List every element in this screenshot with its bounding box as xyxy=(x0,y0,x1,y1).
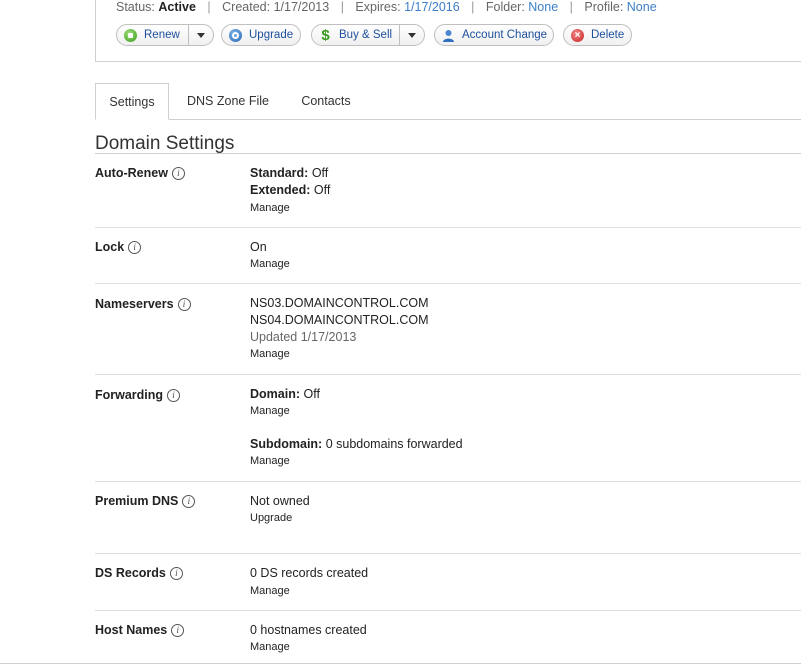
profile-link[interactable]: None xyxy=(627,0,657,14)
renew-icon xyxy=(124,28,137,42)
upgrade-button[interactable]: Upgrade xyxy=(221,24,301,46)
forwarding-subdomain: Subdomain: 0 subdomains forwarded xyxy=(250,437,463,451)
nameservers-label-text: Nameservers xyxy=(95,297,174,311)
auto-renew-standard: Standard: Off xyxy=(250,166,328,180)
premium-dns-upgrade-link[interactable]: Upgrade xyxy=(250,512,292,524)
setting-row-auto-renew: Auto-Renew i Standard: Off Extended: Off… xyxy=(95,154,801,228)
auto-renew-extended: Extended: Off xyxy=(250,183,330,197)
buy-sell-dropdown-toggle[interactable] xyxy=(399,25,424,45)
premium-dns-label-text: Premium DNS xyxy=(95,494,179,508)
status-label: Status: xyxy=(116,0,155,14)
person-icon xyxy=(442,29,455,42)
setting-row-lock: Lock i On Manage xyxy=(95,228,801,284)
premium-dns-value: Not owned xyxy=(250,494,310,508)
created-label: Created: xyxy=(222,0,271,14)
chevron-down-icon xyxy=(408,32,416,38)
subdomain-label: Subdomain: xyxy=(250,437,323,451)
info-icon[interactable]: i xyxy=(171,623,185,637)
info-icon[interactable]: i xyxy=(182,494,196,508)
host-names-manage-link[interactable]: Manage xyxy=(250,641,290,653)
profile-label: Profile: xyxy=(584,0,624,14)
domain-value: Off xyxy=(303,387,320,401)
nameservers-updated: Updated 1/17/2013 xyxy=(250,330,357,344)
host-names-value: 0 hostnames created xyxy=(250,623,367,637)
info-icon[interactable]: i xyxy=(128,240,142,254)
setting-row-premium-dns: Premium DNS i Not owned Upgrade xyxy=(95,482,801,554)
standard-value: Off xyxy=(311,166,329,180)
extended-label: Extended: xyxy=(250,183,311,197)
forwarding-label: Forwarding i xyxy=(95,388,181,402)
renew-button[interactable]: Renew xyxy=(116,24,214,46)
upgrade-icon xyxy=(229,28,242,42)
info-icon[interactable]: i xyxy=(171,166,185,180)
status-value: Active xyxy=(158,0,196,14)
forwarding-domain-manage-link[interactable]: Manage xyxy=(250,405,290,417)
separator: | xyxy=(569,0,573,14)
chevron-down-icon xyxy=(197,32,205,38)
setting-row-nameservers: Nameservers i NS03.DOMAINCONTROL.COM NS0… xyxy=(95,284,801,375)
status-line: Status: Active | Created: 1/17/2013 | Ex… xyxy=(116,0,657,14)
ds-records-label-text: DS Records xyxy=(95,566,166,580)
auto-renew-manage-link[interactable]: Manage xyxy=(250,202,290,214)
tab-bar: Settings DNS Zone File Contacts xyxy=(95,83,801,120)
folder-label: Folder: xyxy=(485,0,525,14)
dollar-icon: $ xyxy=(321,26,330,44)
setting-row-host-names: Host Names i 0 hostnames created Manage xyxy=(95,611,801,663)
upgrade-label: Upgrade xyxy=(249,29,294,41)
auto-renew-label-text: Auto-Renew xyxy=(95,166,168,180)
setting-row-forwarding: Forwarding i Domain: Off Manage Subdomai… xyxy=(95,375,801,482)
lock-label-text: Lock xyxy=(95,240,125,254)
ds-records-label: DS Records i xyxy=(95,566,183,580)
renew-dropdown-toggle[interactable] xyxy=(188,25,213,45)
lock-value: On xyxy=(250,240,267,254)
domain-label: Domain: xyxy=(250,387,300,401)
nameserver-2: NS04.DOMAINCONTROL.COM xyxy=(250,313,429,327)
host-names-label: Host Names i xyxy=(95,623,185,637)
forwarding-domain: Domain: Off xyxy=(250,387,320,401)
folder-link[interactable]: None xyxy=(528,0,558,14)
ds-records-manage-link[interactable]: Manage xyxy=(250,585,290,597)
ds-records-value: 0 DS records created xyxy=(250,566,369,580)
tab-dns-zone-file[interactable]: DNS Zone File xyxy=(175,83,281,119)
tab-settings[interactable]: Settings xyxy=(95,83,169,120)
nameservers-manage-link[interactable]: Manage xyxy=(250,348,290,360)
separator: | xyxy=(340,0,344,14)
expires-label: Expires: xyxy=(355,0,401,14)
tab-contacts[interactable]: Contacts xyxy=(291,83,361,119)
lock-manage-link[interactable]: Manage xyxy=(250,258,290,270)
separator: | xyxy=(471,0,475,14)
expires-link[interactable]: 1/17/2016 xyxy=(404,0,460,14)
host-names-label-text: Host Names xyxy=(95,623,168,637)
forwarding-subdomain-manage-link[interactable]: Manage xyxy=(250,455,290,467)
delete-label: Delete xyxy=(591,29,625,41)
premium-dns-label: Premium DNS i xyxy=(95,494,196,508)
account-change-button[interactable]: Account Change xyxy=(434,24,554,46)
account-change-label: Account Change xyxy=(462,29,548,41)
section-title: Domain Settings xyxy=(95,133,235,154)
renew-label: Renew xyxy=(144,29,180,41)
nameservers-label: Nameservers i xyxy=(95,297,191,311)
info-icon[interactable]: i xyxy=(167,388,181,402)
standard-label: Standard: xyxy=(250,166,309,180)
separator: | xyxy=(207,0,211,14)
page-bottom-divider xyxy=(0,663,801,664)
delete-button[interactable]: × Delete xyxy=(563,24,632,46)
info-icon[interactable]: i xyxy=(177,297,191,311)
lock-label: Lock i xyxy=(95,240,142,254)
info-icon[interactable]: i xyxy=(169,566,183,580)
forwarding-label-text: Forwarding xyxy=(95,388,164,402)
extended-value: Off xyxy=(313,183,331,197)
delete-icon: × xyxy=(571,28,584,42)
setting-row-ds-records: DS Records i 0 DS records created Manage xyxy=(95,554,801,611)
created-value: 1/17/2013 xyxy=(273,0,330,14)
buy-sell-button[interactable]: $ Buy & Sell xyxy=(311,24,425,46)
domain-summary-panel: Status: Active | Created: 1/17/2013 | Ex… xyxy=(95,0,801,62)
subdomain-value: 0 subdomains forwarded xyxy=(325,437,463,451)
nameserver-1: NS03.DOMAINCONTROL.COM xyxy=(250,296,429,310)
buy-sell-label: Buy & Sell xyxy=(339,29,393,41)
auto-renew-label: Auto-Renew i xyxy=(95,166,185,180)
